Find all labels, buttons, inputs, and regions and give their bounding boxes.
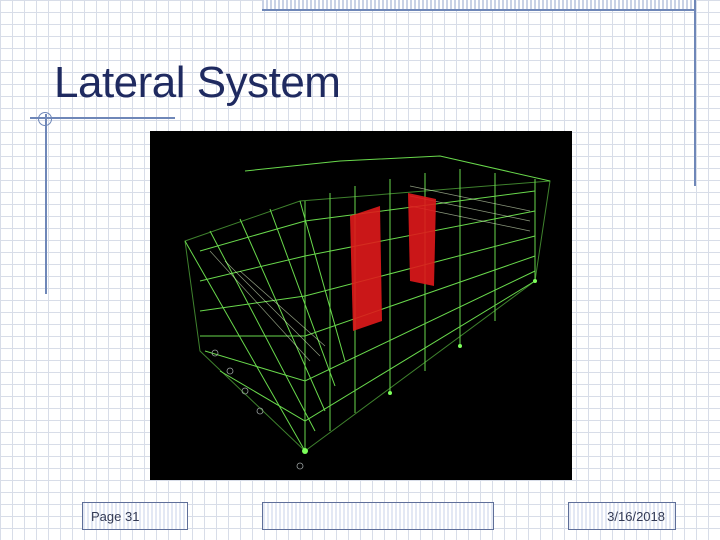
- top-right-rule: [262, 9, 696, 11]
- structural-model-image: [150, 131, 572, 480]
- footer-date-box: 3/16/2018: [568, 502, 676, 530]
- shear-walls: [350, 193, 436, 331]
- frame-model-drawing: [184, 155, 551, 470]
- slide-title: Lateral System: [54, 58, 341, 107]
- crosshair-icon: [38, 112, 52, 126]
- footer-center-box: [262, 502, 494, 530]
- footer-page-number: Page 31: [91, 509, 140, 524]
- footer-date: 3/16/2018: [607, 509, 665, 524]
- right-vertical-rule: [694, 0, 696, 186]
- footer-page-box: Page 31: [82, 502, 188, 530]
- left-vertical-rule: [45, 114, 47, 294]
